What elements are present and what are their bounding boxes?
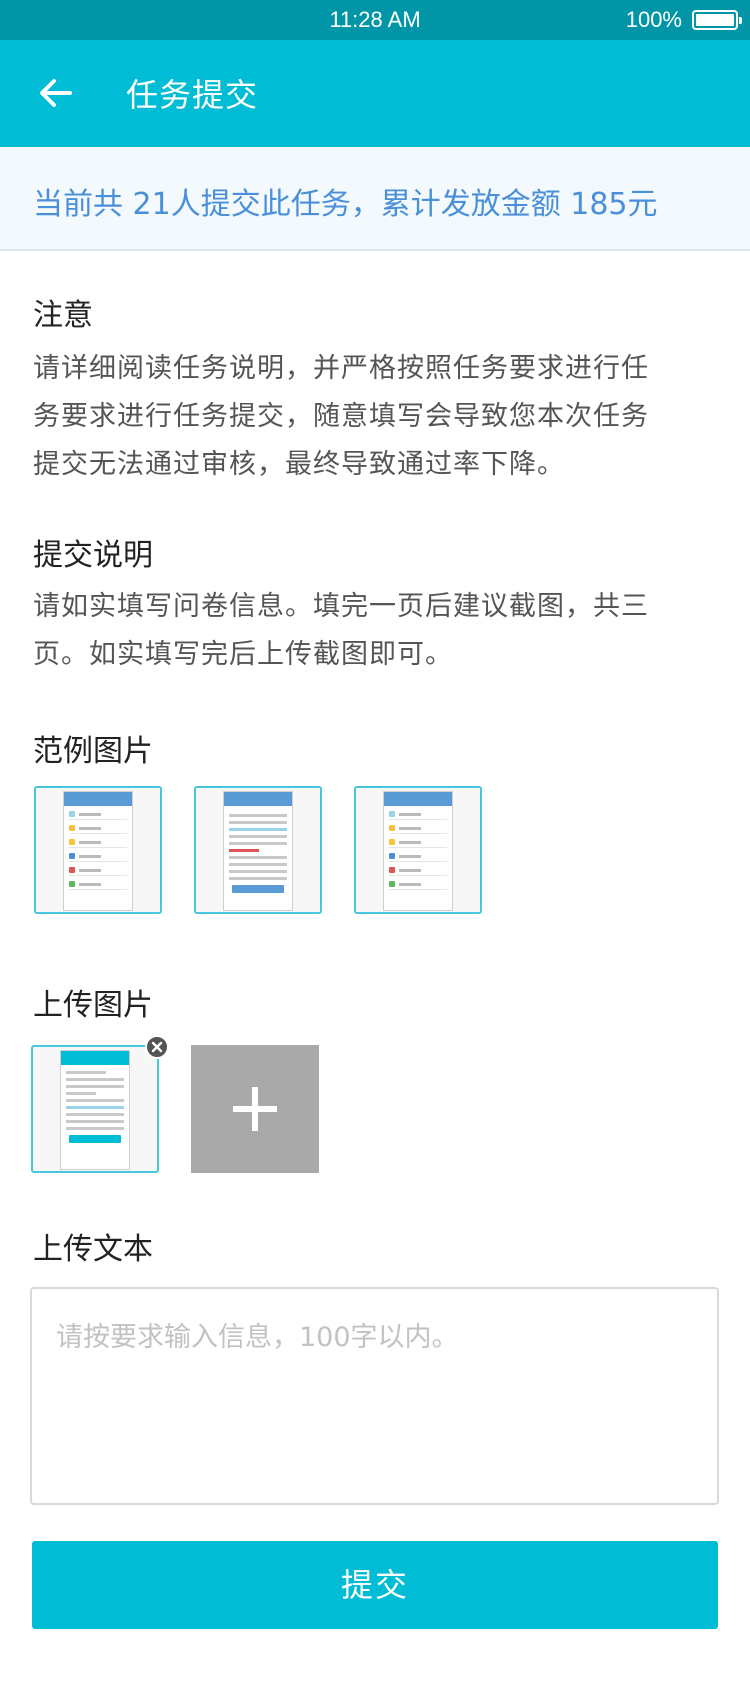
summary-text: 当前共 21人提交此任务，累计发放金额 185元 [33, 187, 658, 222]
example-image-3[interactable] [354, 786, 482, 914]
submit-button[interactable]: 提交 [32, 1541, 718, 1629]
upload-text-input[interactable] [30, 1287, 719, 1505]
example-image-1[interactable] [34, 786, 162, 914]
battery-icon [692, 10, 742, 30]
remove-image-icon[interactable] [145, 1035, 169, 1059]
examples-title: 范例图片 [33, 734, 153, 769]
notice-text: 请详细阅读任务说明，并严格按照任务要求进行任 务要求进行任务提交，随意填写会导致… [33, 345, 723, 489]
example-screenshot-2 [223, 791, 293, 911]
nav-bar: 任务提交 [0, 40, 750, 147]
add-image-button[interactable] [191, 1045, 319, 1173]
uploaded-screenshot [60, 1050, 130, 1170]
notice-title: 注意 [33, 298, 93, 333]
page-title: 任务提交 [126, 76, 259, 114]
notice-line: 务要求进行任务提交，随意填写会导致您本次任务 [33, 401, 649, 432]
example-screenshot-3 [383, 791, 453, 911]
back-arrow-icon[interactable] [36, 73, 76, 113]
notice-line: 请详细阅读任务说明，并严格按照任务要求进行任 [33, 353, 649, 384]
instructions-line: 请如实填写问卷信息。填完一页后建议截图，共三 [33, 591, 649, 622]
example-image-2[interactable] [194, 786, 322, 914]
summary-banner: 当前共 21人提交此任务，累计发放金额 185元 [0, 147, 750, 251]
status-bar: 11:28 AM 100% [0, 0, 750, 40]
battery-percentage: 100% [625, 7, 682, 32]
uploaded-image[interactable] [31, 1045, 159, 1173]
upload-images-title: 上传图片 [33, 988, 153, 1023]
example-screenshot-1 [63, 791, 133, 911]
instructions-line: 页。如实填写完后上传截图即可。 [33, 639, 453, 670]
instructions-title: 提交说明 [33, 538, 153, 573]
notice-line: 提交无法通过审核，最终导致通过率下降。 [33, 449, 565, 480]
plus-icon [233, 1087, 277, 1131]
upload-text-title: 上传文本 [33, 1232, 153, 1267]
instructions-text: 请如实填写问卷信息。填完一页后建议截图，共三 页。如实填写完后上传截图即可。 [33, 583, 723, 679]
